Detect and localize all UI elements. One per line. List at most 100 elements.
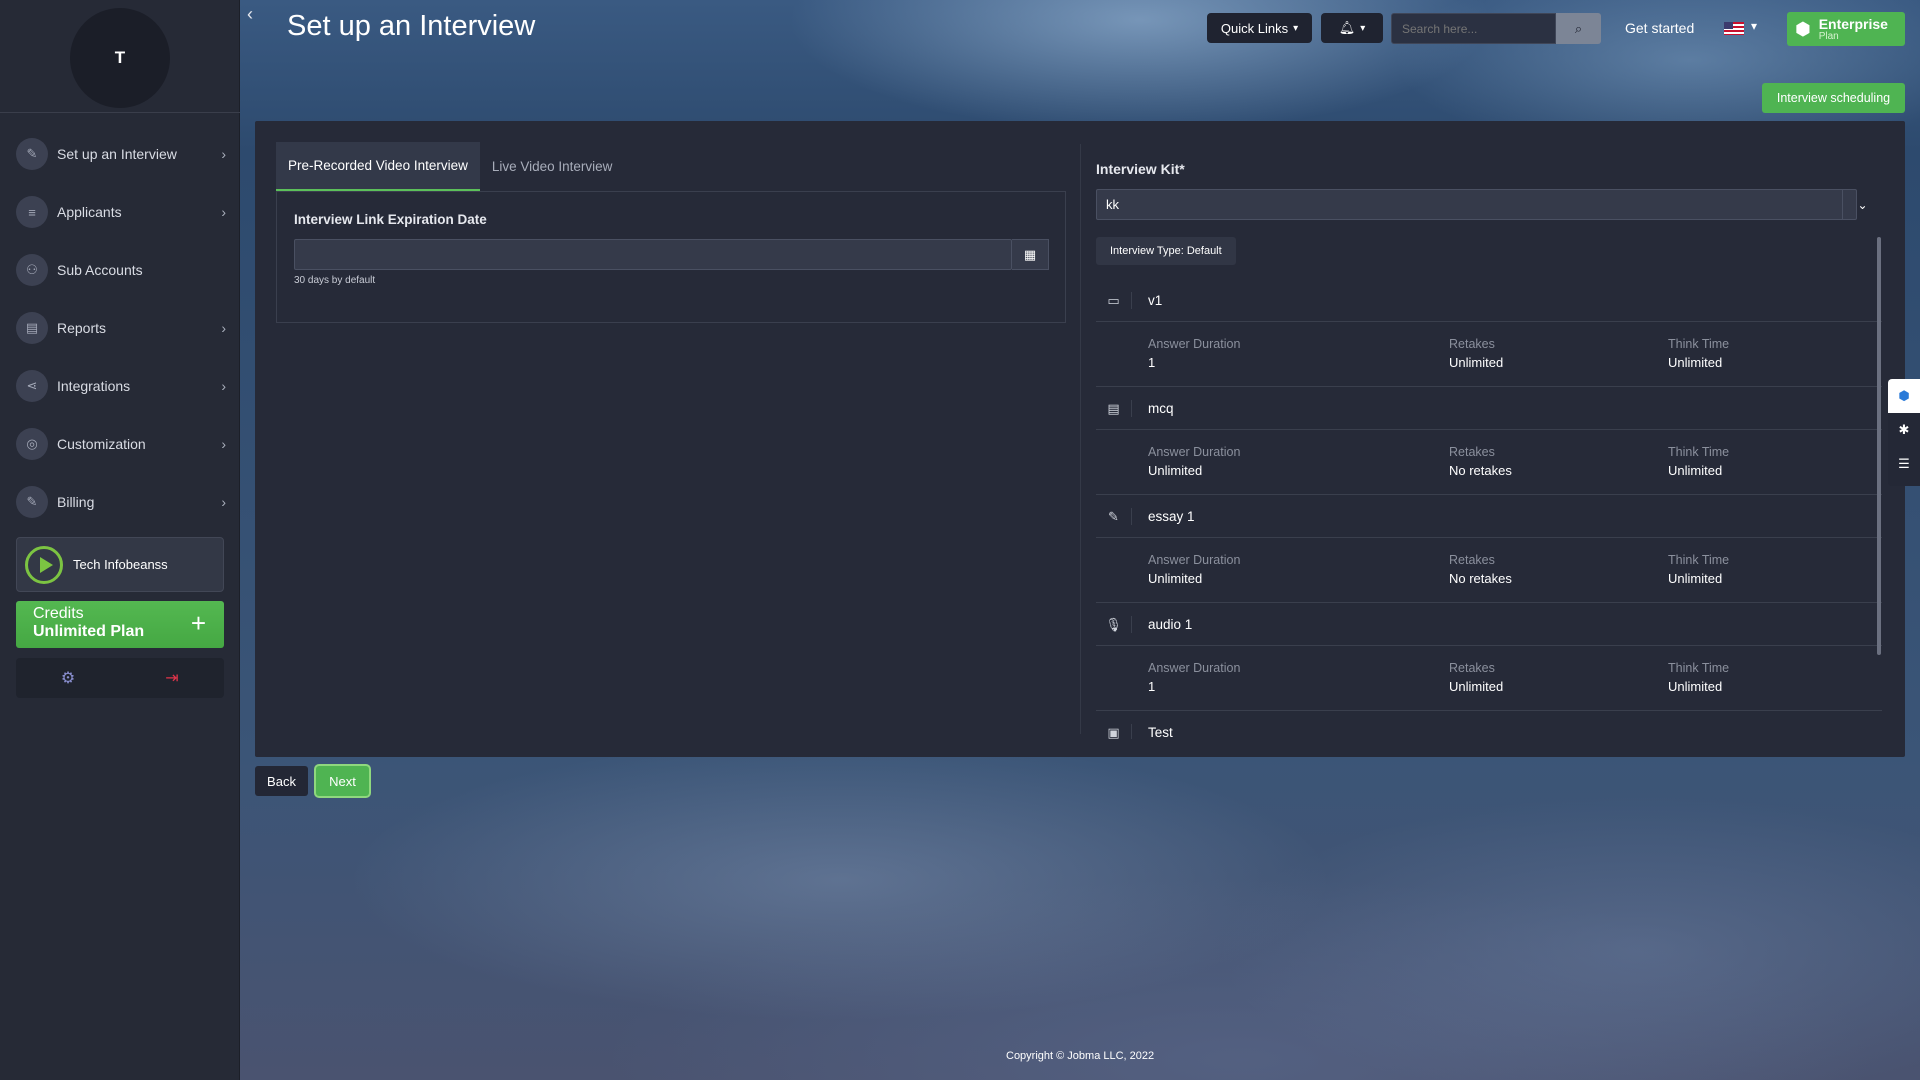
- share-icon: ⋖: [16, 370, 48, 402]
- think-time-value: Unlimited: [1668, 679, 1723, 694]
- chevron-right-icon: ›: [221, 494, 226, 510]
- sidebar-item-reports[interactable]: ▤ Reports ›: [0, 299, 240, 357]
- avatar-initial: T: [114, 48, 126, 67]
- footer-copyright: Copyright © Jobma LLC, 2022: [1006, 1050, 1155, 1062]
- question-title: audio 1: [1148, 616, 1193, 632]
- question-header: 🎙︎ audio 1: [1096, 603, 1882, 646]
- play-logo-icon: [25, 545, 63, 584]
- meta-label: Think Time: [1668, 661, 1730, 675]
- chevron-down-icon: ▾: [1360, 22, 1366, 34]
- sidebar-item-customization[interactable]: ◎ Customization ›: [0, 415, 240, 473]
- logout-icon[interactable]: ⇥: [120, 658, 224, 698]
- search-button[interactable]: ⌕: [1556, 13, 1601, 44]
- sidebar-item-label: Reports: [57, 320, 107, 336]
- retakes-value: Unlimited: [1449, 355, 1504, 370]
- sidebar-divider: [0, 112, 240, 113]
- meta-label: Retakes: [1449, 661, 1495, 675]
- chevron-down-icon: ▾: [1293, 22, 1299, 34]
- answer-duration-value: Unlimited: [1148, 463, 1203, 478]
- question-title: essay 1: [1148, 508, 1195, 524]
- meta-label: Think Time: [1668, 553, 1730, 567]
- back-button[interactable]: Back: [255, 766, 308, 796]
- user-plus-icon: ⚇: [16, 254, 48, 286]
- chevron-right-icon: ›: [221, 320, 226, 336]
- floating-toolbar: ⬢ ✱ ☰: [1888, 379, 1920, 486]
- interview-kit-select[interactable]: kk: [1096, 189, 1857, 220]
- quick-links-button[interactable]: Quick Links ▾: [1207, 13, 1312, 43]
- chevron-right-icon: ›: [221, 436, 226, 452]
- meta-label: Answer Duration: [1148, 445, 1241, 459]
- sidebar-item-applicants[interactable]: ≡ Applicants ›: [0, 183, 240, 241]
- notifications-button[interactable]: 🔔︎ ▾: [1321, 13, 1383, 43]
- sidebar-item-integrations[interactable]: ⋖ Integrations ›: [0, 357, 240, 415]
- sidebar-item-setup-interview[interactable]: ✎ Set up an Interview ›: [0, 125, 240, 183]
- question-meta: Answer Duration 1 Retakes Unlimited Think …: [1096, 646, 1882, 711]
- page-title: Set up an Interview: [287, 10, 536, 42]
- question-title: Test: [1148, 725, 1173, 739]
- plan-icon: ⬢: [1795, 18, 1811, 39]
- meta-label: Think Time: [1668, 337, 1730, 351]
- document-icon: ▤: [16, 312, 48, 344]
- question-meta: Answer Duration 1 Retakes Unlimited Think …: [1096, 322, 1882, 387]
- cube-icon[interactable]: ⬢: [1888, 379, 1920, 413]
- align-left-icon[interactable]: ☰: [1888, 447, 1920, 481]
- edit-icon: ✎: [16, 138, 48, 170]
- list-icon: ≡: [16, 196, 48, 228]
- question-list-scrollbar[interactable]: [1877, 237, 1881, 655]
- tab-live-video[interactable]: Live Video Interview: [480, 142, 625, 191]
- plan-sub: Plan: [1818, 30, 1839, 42]
- sidebar-item-billing[interactable]: ✎ Billing ›: [0, 473, 240, 531]
- meta-label: Retakes: [1449, 553, 1495, 567]
- retakes-value: No retakes: [1449, 571, 1512, 586]
- interview-kit-label: Interview Kit*: [1096, 161, 1185, 177]
- retakes-value: Unlimited: [1449, 679, 1504, 694]
- question-header: ✎ essay 1: [1096, 495, 1882, 538]
- meta-label: Answer Duration: [1148, 337, 1241, 351]
- company-name: Tech Infobeanss: [73, 557, 168, 572]
- chevron-right-icon: ›: [221, 146, 226, 162]
- question-meta: Answer Duration Unlimited Retakes No retak…: [1096, 430, 1882, 495]
- bug-icon[interactable]: ✱: [1888, 413, 1920, 447]
- next-button[interactable]: Next: [316, 766, 369, 796]
- calendar-icon[interactable]: ▦: [1012, 239, 1049, 270]
- company-card[interactable]: Tech Infobeanss: [16, 537, 224, 592]
- expiration-date-label: Interview Link Expiration Date: [294, 212, 487, 227]
- us-flag-icon[interactable]: [1724, 22, 1744, 35]
- interview-scheduling-button[interactable]: Interview scheduling: [1762, 83, 1905, 113]
- meta-label: Think Time: [1668, 445, 1730, 459]
- avatar[interactable]: T: [70, 8, 170, 108]
- settings-gear-icon[interactable]: ⚙: [16, 658, 120, 698]
- answer-duration-value: 1: [1148, 679, 1156, 694]
- tab-content: Interview Link Expiration Date ▦ 30 days…: [276, 191, 1066, 323]
- think-time-value: Unlimited: [1668, 355, 1723, 370]
- meta-label: Answer Duration: [1148, 661, 1241, 675]
- think-time-value: Unlimited: [1668, 571, 1723, 586]
- meta-label: Retakes: [1449, 445, 1495, 459]
- add-credits-icon[interactable]: +: [191, 610, 206, 636]
- answer-duration-value: 1: [1148, 355, 1156, 370]
- think-time-value: Unlimited: [1668, 463, 1723, 478]
- edit-icon: ✎: [16, 486, 48, 518]
- question-header: ▣ Test: [1096, 711, 1882, 739]
- tab-pre-recorded[interactable]: Pre-Recorded Video Interview: [276, 142, 480, 191]
- sidebar-nav: ✎ Set up an Interview › ≡ Applicants › ⚇…: [0, 125, 240, 531]
- enterprise-plan-badge[interactable]: ⬢ Enterprise Plan: [1787, 12, 1905, 46]
- get-started-link[interactable]: Get started: [1625, 20, 1694, 36]
- pencil-icon: ✎: [1096, 507, 1132, 525]
- bell-icon: 🔔︎: [1338, 20, 1356, 35]
- sidebar-actions: ⚙ ⇥: [16, 658, 224, 698]
- expiration-date-input[interactable]: [294, 239, 1012, 270]
- credits-card[interactable]: Credits Unlimited Plan +: [16, 601, 224, 648]
- sidebar-item-label: Billing: [57, 494, 95, 510]
- search-input[interactable]: [1391, 13, 1556, 44]
- sidebar-item-sub-accounts[interactable]: ⚇ Sub Accounts: [0, 241, 240, 299]
- meta-label: Retakes: [1449, 337, 1495, 351]
- chevron-right-icon: ›: [221, 204, 226, 220]
- question-list: ▭ v1 Answer Duration 1 Retakes Unlimited T…: [1096, 279, 1882, 739]
- sidebar-item-label: Customization: [57, 436, 146, 452]
- expiration-helper-text: 30 days by default: [294, 275, 376, 286]
- collapse-sidebar-icon[interactable]: ‹: [247, 4, 253, 25]
- question-header: ▤ mcq: [1096, 387, 1882, 430]
- chevron-down-icon[interactable]: ⌄: [1842, 189, 1882, 220]
- chevron-down-icon[interactable]: ▾: [1751, 19, 1757, 33]
